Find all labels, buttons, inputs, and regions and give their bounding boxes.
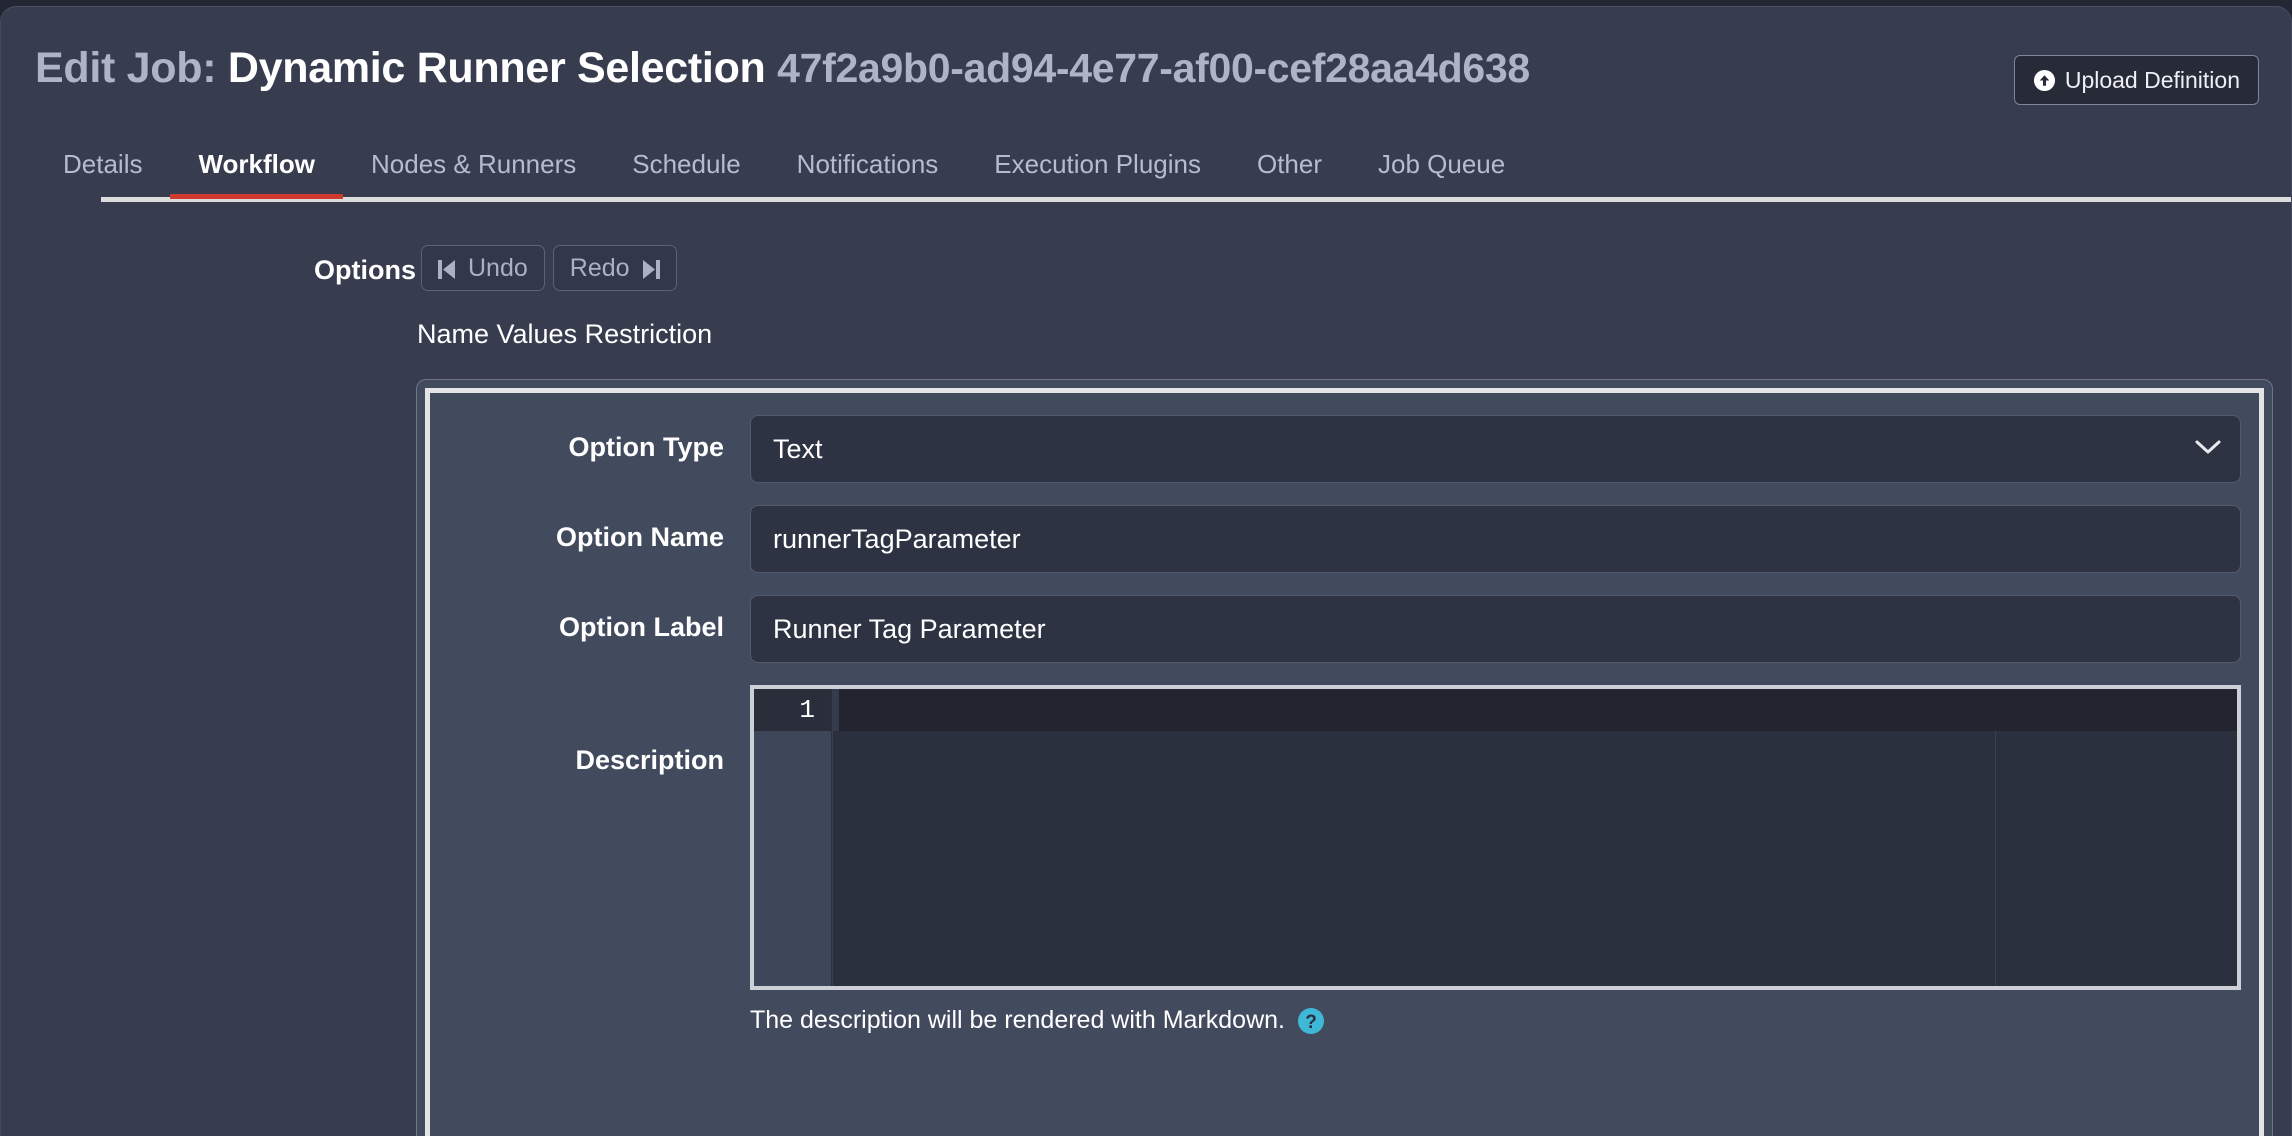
tab-notifications[interactable]: Notifications [769,135,967,199]
option-label-label: Option Label [559,612,724,642]
field-row-option-name: Option Name [430,505,2259,573]
option-name-input[interactable] [750,505,2241,573]
redo-label: Redo [569,253,630,282]
redo-button[interactable]: Redo [552,245,677,291]
undo-button[interactable]: Undo [421,245,545,291]
tab-details[interactable]: Details [35,135,170,199]
markdown-hint-text: The description will be rendered with Ma… [750,1006,1285,1034]
option-edit-panel: Option Type Text Option Name runnerTagPa… [416,379,2273,1136]
option-edit-panel-inner: Option Type Text Option Name runnerTagPa… [425,388,2264,1136]
option-type-select[interactable] [750,415,2241,483]
page-title-job-name: Dynamic Runner Selection [227,44,766,92]
editor-active-line [832,689,2237,731]
description-code-editor[interactable]: 1 [750,685,2241,990]
page-title-prefix: Edit Job: [35,44,217,92]
step-forward-icon [642,258,660,279]
tab-execution-plugins[interactable]: Execution Plugins [966,135,1229,199]
page-title: Edit Job: Dynamic Runner Selection 47f2a… [35,42,1530,94]
job-edit-body: Options Undo Redo Name Values Restrictio… [1,207,2291,1136]
tab-label: Workflow [198,149,316,179]
page-header: Edit Job: Dynamic Runner Selection 47f2a… [1,7,2291,143]
edit-job-window: Edit Job: Dynamic Runner Selection 47f2a… [0,6,2292,1136]
question-circle-icon[interactable]: ? [1297,1007,1325,1035]
markdown-hint: The description will be rendered with Ma… [750,1006,2241,1035]
editor-line-number: 1 [754,689,831,731]
undo-redo-group: Undo Redo [421,245,677,291]
option-type-select-wrap [750,415,2241,483]
tab-label: Other [1256,149,1323,179]
upload-definition-label: Upload Definition [2064,66,2240,93]
options-label: Options [314,255,416,285]
option-label-control [750,595,2259,663]
upload-circle-arrow-icon [2033,69,2056,92]
tab-list: Details Workflow Nodes & Runners Schedule No… [35,135,2291,199]
tab-workflow[interactable]: Workflow [170,135,344,199]
job-tab-bar: Details Workflow Nodes & Runners Schedule No… [35,135,2291,205]
options-row: Options Undo Redo Name Values Restrictio… [1,207,2291,349]
description-control: 1 The description will be rendered with … [750,685,2259,1035]
tab-label: Job Queue [1378,149,1506,179]
tab-label: Execution Plugins [994,149,1201,179]
editor-content[interactable] [832,689,2237,986]
tab-job-queue[interactable]: Job Queue [1350,135,1533,199]
option-label-input[interactable] [750,595,2241,663]
svg-text:?: ? [1305,1012,1317,1033]
undo-label: Undo [468,253,528,282]
option-type-label: Option Type [568,432,725,462]
editor-gutter: 1 [754,689,832,986]
name-values-restriction-label: Name Values Restriction [417,319,713,349]
upload-definition-button[interactable]: Upload Definition [2013,55,2259,105]
field-row-option-type: Option Type [430,415,2259,483]
tab-schedule[interactable]: Schedule [604,135,768,199]
option-name-control [750,505,2259,573]
page-title-job-uuid: 47f2a9b0-ad94-4e77-af00-cef28aa4d638 [777,45,1530,91]
tab-nodes-runners[interactable]: Nodes & Runners [343,135,604,199]
option-type-control [750,415,2259,483]
field-row-option-label: Option Label [430,595,2259,663]
tab-label: Notifications [796,149,939,179]
option-form: Option Type Text Option Name runnerTagPa… [430,393,2259,1136]
option-name-label: Option Name [555,522,724,552]
editor-cursor-column [832,731,833,986]
description-label: Description [575,745,724,775]
tab-label: Details [63,149,143,179]
field-row-description: Description 1 The description will be re… [430,685,2259,1035]
tab-label: Nodes & Runners [371,149,577,179]
tab-other[interactable]: Other [1229,135,1350,199]
tab-label: Schedule [632,149,741,179]
step-backward-icon [438,258,456,279]
editor-print-margin [1995,731,1996,986]
